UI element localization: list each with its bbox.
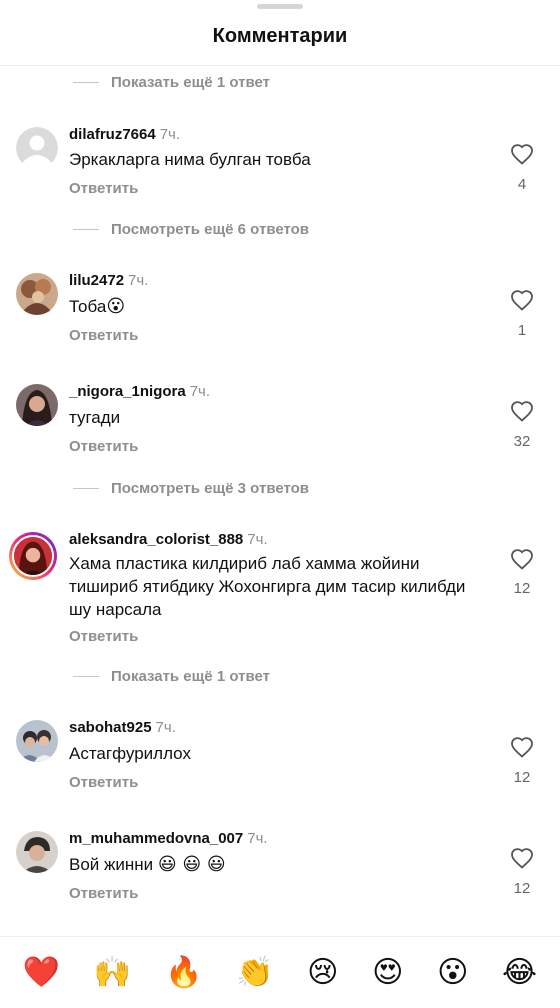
comment-username[interactable]: sabohat925 <box>69 719 152 736</box>
comment-time: 7ч. <box>247 830 268 847</box>
comment-username[interactable]: dilafruz7664 <box>69 126 156 143</box>
surprised-face-emoji-icon[interactable]: 😮 <box>437 955 468 990</box>
heart-outline-icon[interactable] <box>510 400 534 422</box>
divider-line <box>73 81 99 83</box>
comment-text: Астагфуриллох <box>69 742 469 765</box>
like-count: 12 <box>513 880 531 897</box>
user-avatar[interactable] <box>16 384 58 426</box>
heart-outline-icon[interactable] <box>510 736 534 758</box>
comment-username[interactable]: lilu2472 <box>69 272 124 289</box>
comment-meta: _nigora_1nigora 7ч. <box>69 383 210 401</box>
reply-button[interactable]: Ответить <box>69 327 138 344</box>
comment-text-content: Эркакларга нима булган товба <box>69 150 311 169</box>
like-count: 1 <box>517 322 527 339</box>
comment-text-content: Астагфуриллох <box>69 744 191 763</box>
view-more-replies-button[interactable]: Посмотреть ещё 6 ответов <box>73 218 309 240</box>
comment-time: 7ч. <box>189 383 211 400</box>
comment-username[interactable]: aleksandra_colorist_888 <box>69 531 243 548</box>
comment-text: Тоба😮 <box>69 295 469 318</box>
divider-line <box>73 228 99 230</box>
drag-handle[interactable] <box>257 4 303 9</box>
show-more-replies-label: Показать ещё 1 ответ <box>111 667 270 685</box>
comment-username[interactable]: m_muhammedovna_007 <box>69 830 243 847</box>
comment-text: Эркакларга нима булган товба <box>69 148 469 171</box>
comments-sheet: Комментарии Показать ещё 1 ответ dilafru… <box>0 0 560 1008</box>
like-count: 12 <box>513 580 531 597</box>
reply-button[interactable]: Ответить <box>69 885 138 902</box>
reply-button[interactable]: Ответить <box>69 774 138 791</box>
user-avatar[interactable] <box>16 273 58 315</box>
heart-outline-icon[interactable] <box>510 289 534 311</box>
page-title: Комментарии <box>212 25 348 47</box>
emoji-reaction-bar: ❤️ 🙌 🔥 👏 😢 😍 😮 😂 <box>0 936 560 1008</box>
heart-outline-icon[interactable] <box>510 847 534 869</box>
comment-meta: aleksandra_colorist_888 7ч. <box>69 531 268 549</box>
comment-text-content: Хама пластика килдириб лаб хамма жойини … <box>69 554 466 619</box>
comment-meta: dilafruz7664 7ч. <box>69 126 180 144</box>
divider-line <box>73 487 99 489</box>
heart-outline-icon[interactable] <box>510 548 534 570</box>
heart-eyes-emoji-icon[interactable]: 😍 <box>372 955 403 990</box>
comment-time: 7ч. <box>155 719 176 736</box>
emoji-icon: 😮 <box>106 296 126 317</box>
view-more-replies-label: Посмотреть ещё 3 ответов <box>111 479 310 497</box>
user-avatar[interactable] <box>16 720 58 762</box>
view-more-replies-label: Посмотреть ещё 6 ответов <box>111 220 310 238</box>
comment-meta: sabohat925 7ч. <box>69 719 176 737</box>
comment-text-content: Тоба <box>69 297 107 316</box>
comment-meta: lilu2472 7ч. <box>69 272 148 290</box>
comment-username[interactable]: _nigora_1nigora <box>69 383 186 400</box>
clapping-hands-emoji-icon[interactable]: 👏 <box>236 955 273 990</box>
comment-text: тугади <box>69 406 469 429</box>
user-avatar[interactable] <box>16 831 58 873</box>
comment-time: 7ч. <box>128 272 149 289</box>
show-more-replies-button[interactable]: Показать ещё 1 ответ <box>73 71 270 93</box>
heart-outline-icon[interactable] <box>510 143 534 165</box>
comment-text: Хама пластика килдириб лаб хамма жойини … <box>69 552 489 621</box>
comment-meta: m_muhammedovna_007 7ч. <box>69 830 268 848</box>
fire-emoji-icon[interactable]: 🔥 <box>165 955 202 990</box>
comment-time: 7ч. <box>247 531 268 548</box>
tears-of-joy-emoji-icon[interactable]: 😂 <box>502 955 537 990</box>
like-count: 32 <box>513 433 531 450</box>
view-more-replies-button[interactable]: Посмотреть ещё 3 ответов <box>73 477 309 499</box>
reply-button[interactable]: Ответить <box>69 180 138 197</box>
reply-button[interactable]: Ответить <box>69 628 138 645</box>
avatar-image <box>12 535 54 577</box>
comment-text: Вой жинни 😃 😃 😃 <box>69 853 469 876</box>
comments-header: Комментарии <box>0 0 560 66</box>
crying-face-emoji-icon[interactable]: 😢 <box>307 955 338 990</box>
reply-button[interactable]: Ответить <box>69 438 138 455</box>
show-more-replies-button[interactable]: Показать ещё 1 ответ <box>73 665 270 687</box>
red-heart-emoji-icon[interactable]: ❤️ <box>23 955 60 990</box>
default-avatar-icon[interactable] <box>16 127 58 169</box>
like-count: 12 <box>513 769 531 786</box>
show-more-replies-label: Показать ещё 1 ответ <box>111 73 270 91</box>
like-count: 4 <box>517 176 527 193</box>
raising-hands-emoji-icon[interactable]: 🙌 <box>94 955 131 990</box>
divider-line <box>73 675 99 677</box>
user-avatar-with-story[interactable] <box>9 532 57 580</box>
comment-text-content: тугади <box>69 408 121 427</box>
comment-text-content: Вой жинни <box>69 855 154 874</box>
emoji-icon: 😃 😃 😃 <box>157 854 226 875</box>
comment-time: 7ч. <box>159 126 181 143</box>
